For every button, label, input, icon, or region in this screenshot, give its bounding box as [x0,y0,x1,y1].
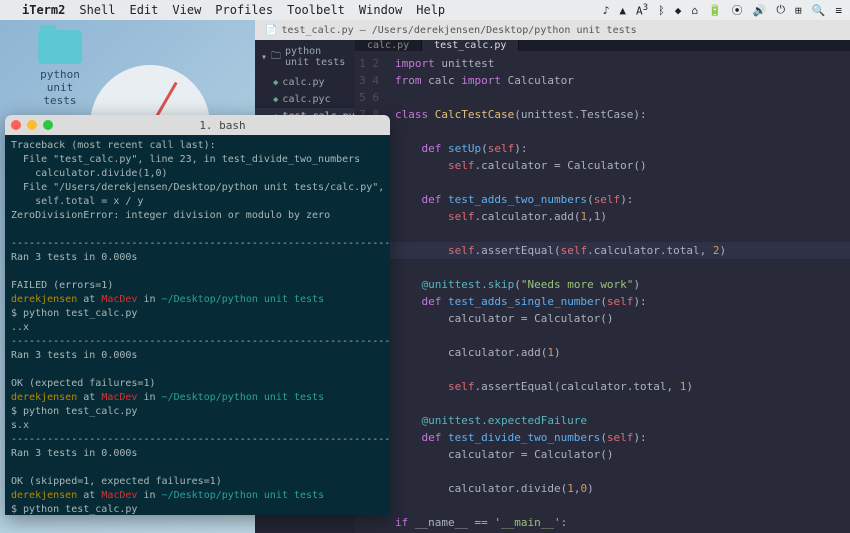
menubar-item[interactable]: Shell [79,3,115,17]
menu-extra-icon[interactable]: ♪ [603,4,610,17]
sidebar-root[interactable]: ▾ 🗀 python unit tests [255,40,355,74]
menubar-item[interactable]: Profiles [215,3,273,17]
file-icon: ◆ [273,78,278,88]
volume-icon[interactable]: 🔊 [753,4,767,17]
menubar-item[interactable]: Help [416,3,445,17]
tab-calc[interactable]: calc.py [355,40,422,51]
wifi-icon[interactable]: ⦿ [732,2,743,18]
editor-tabs: calc.py test_calc.py [355,40,850,51]
editor-title-path: — /Users/derekjensen/Desktop/python unit… [360,25,637,36]
menu-extra-icon[interactable]: ⊞ [795,4,802,17]
menu-extra-icon[interactable]: A3 [636,2,648,18]
dropbox-icon[interactable]: ◆ [675,4,682,17]
search-icon[interactable]: 🔍 [812,4,826,17]
file-icon: ◆ [273,95,278,105]
bluetooth-icon[interactable]: ᛒ [658,4,665,17]
folder-label: python unit tests [30,68,90,107]
battery-icon[interactable]: 🔋 [708,4,722,17]
sidebar-file[interactable]: ◆calc.pyc [255,91,355,108]
zoom-icon[interactable] [43,120,53,130]
desktop-folder[interactable]: python unit tests [30,30,90,107]
chevron-down-icon: ▾ [261,52,267,63]
menubar-app[interactable]: iTerm2 [22,3,65,17]
code-body[interactable]: import unittest from calc import Calcula… [387,51,850,533]
editor-titlebar[interactable]: 📄 test_calc.py — /Users/derekjensen/Desk… [255,20,850,40]
folder-icon: 🗀 [271,49,281,66]
menu-extra-icon[interactable]: ≡ [835,4,842,17]
tab-test-calc[interactable]: test_calc.py [422,40,519,51]
minimize-icon[interactable] [27,120,37,130]
menubar-item[interactable]: Edit [129,3,158,17]
mac-menubar: iTerm2 Shell Edit View Profiles Toolbelt… [0,0,850,20]
file-icon: 📄 [265,25,277,36]
menubar-item[interactable]: View [172,3,201,17]
terminal-window: 1. bash Traceback (most recent call last… [5,115,390,515]
menubar-item[interactable]: Toolbelt [287,3,345,17]
code-editor[interactable]: 1 2 3 4 5 6 7 8 9 10 11 12 13 14 15 16 1… [355,51,850,533]
terminal-output[interactable]: Traceback (most recent call last): File … [5,135,390,515]
menu-extra-icon[interactable]: ⌂ [691,4,698,17]
terminal-title: 1. bash [61,119,384,132]
folder-icon [38,30,82,64]
menubar-item[interactable]: Window [359,3,402,17]
terminal-titlebar[interactable]: 1. bash [5,115,390,135]
editor-title-file: test_calc.py [281,25,353,36]
close-icon[interactable] [11,120,21,130]
menu-extra-icon[interactable]: ⏻ [776,3,785,17]
menu-extra-icon[interactable]: ▲ [619,4,626,17]
sidebar-file[interactable]: ◆calc.py [255,74,355,91]
